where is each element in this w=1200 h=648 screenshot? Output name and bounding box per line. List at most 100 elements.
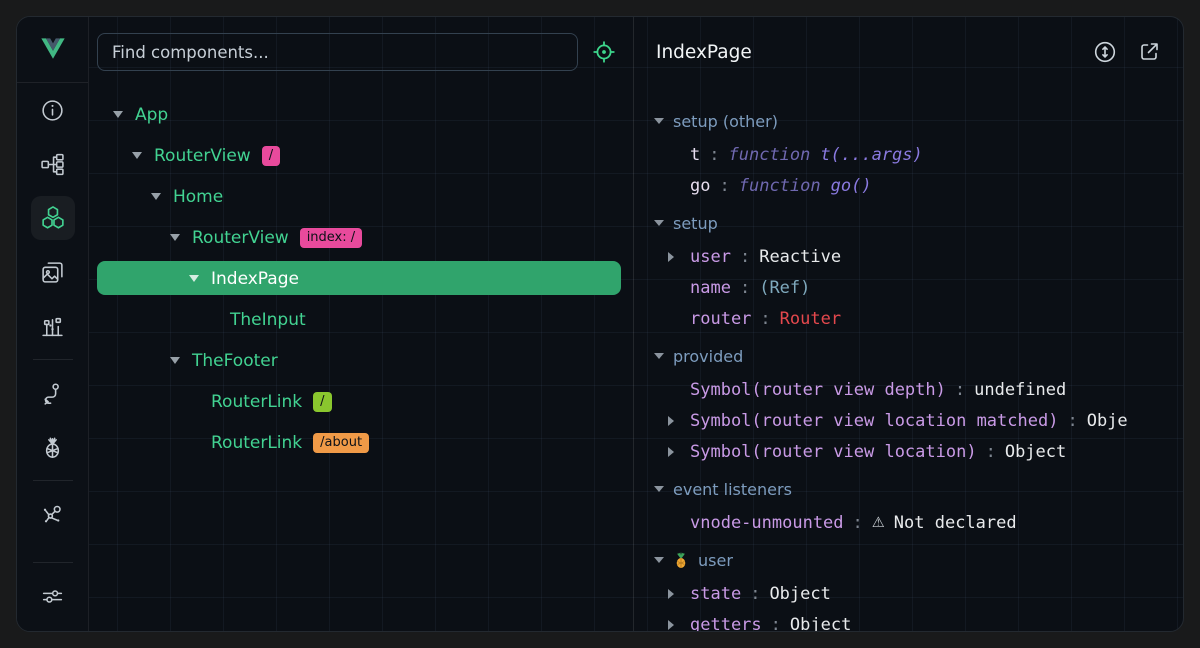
expand-arrow-icon[interactable] <box>151 193 173 200</box>
state-row[interactable]: vnode-unmounted:⚠Not declared <box>634 507 1183 538</box>
component-name: RouterView <box>192 228 289 248</box>
pinia-icon[interactable] <box>31 420 75 474</box>
expand-arrow-icon[interactable] <box>668 252 690 262</box>
tree-row[interactable]: Home <box>89 176 633 217</box>
key-value-separator: : <box>709 145 719 165</box>
state-key: router <box>690 309 751 329</box>
state-row[interactable]: go:functiongo() <box>634 170 1183 201</box>
open-in-editor-icon[interactable] <box>1137 40 1161 64</box>
triangle-down-icon <box>654 118 664 124</box>
expand-arrow-icon[interactable] <box>189 275 211 282</box>
locate-component-button[interactable] <box>591 39 617 65</box>
key-value-separator: : <box>760 309 770 329</box>
function-signature: go() <box>831 176 872 196</box>
route-badge: / <box>262 146 280 166</box>
expand-arrow-icon[interactable] <box>668 620 690 630</box>
section-header[interactable]: provided <box>634 338 1183 374</box>
components-icon[interactable] <box>31 196 75 240</box>
search-bar <box>89 17 633 87</box>
sidebar-divider <box>33 562 73 563</box>
inspector-panel: IndexPage setup (other)t:functiont(...ar… <box>633 17 1183 631</box>
assets-icon[interactable] <box>31 245 75 299</box>
key-value-separator: : <box>1067 411 1077 431</box>
triangle-down-icon <box>132 152 142 159</box>
section-header[interactable]: user <box>634 542 1183 578</box>
section-header[interactable]: setup <box>634 205 1183 241</box>
state-section: event listenersvnode-unmounted:⚠Not decl… <box>634 471 1183 538</box>
state-section: user state:Objectgetters:Object <box>634 542 1183 631</box>
tree-row[interactable]: TheInput <box>89 299 633 340</box>
component-tree-icon[interactable] <box>31 137 75 191</box>
state-key: user <box>690 247 731 267</box>
state-row[interactable]: router: Router <box>634 303 1183 334</box>
section-label: setup (other) <box>673 112 778 131</box>
tree-row[interactable]: TheFooter <box>89 340 633 381</box>
graph-icon[interactable] <box>31 487 75 541</box>
state-row[interactable]: name:(Ref) <box>634 272 1183 303</box>
state-row[interactable]: Symbol(router view location matched):Obj… <box>634 405 1183 436</box>
state-key: Symbol(router view location matched) <box>690 411 1058 431</box>
function-keyword: function <box>729 145 811 165</box>
search-input[interactable] <box>97 33 578 71</box>
state-key: state <box>690 584 741 604</box>
scroll-to-component-icon[interactable] <box>1093 40 1117 64</box>
expand-arrow-icon[interactable] <box>132 152 154 159</box>
router-icon[interactable] <box>31 366 75 420</box>
tree-row[interactable]: RouterView / <box>89 135 633 176</box>
component-name: RouterLink <box>211 392 302 412</box>
state-value: undefined <box>974 380 1066 400</box>
component-name: IndexPage <box>211 269 299 289</box>
settings-icon[interactable] <box>31 569 75 623</box>
state-row[interactable]: Symbol(router view depth):undefined <box>634 374 1183 405</box>
section-label: provided <box>673 347 743 366</box>
key-value-separator: : <box>853 513 863 533</box>
expand-arrow-icon[interactable] <box>170 357 192 364</box>
state-row[interactable]: getters:Object <box>634 609 1183 631</box>
expand-arrow-icon[interactable] <box>668 447 690 457</box>
tree-row[interactable]: RouterLink/ <box>89 381 633 422</box>
expand-arrow-icon[interactable] <box>668 416 690 426</box>
expand-arrow-icon[interactable] <box>113 111 135 118</box>
expand-arrow-icon[interactable] <box>170 234 192 241</box>
state-row[interactable]: user:Reactive <box>634 241 1183 272</box>
triangle-right-icon <box>668 252 674 262</box>
state-row[interactable]: t:functiont(...args) <box>634 139 1183 170</box>
route-badge: /about <box>313 433 369 453</box>
section-label: user <box>698 551 733 570</box>
triangle-down-icon <box>654 486 664 492</box>
devtools-window: App RouterView / Home RouterViewindex: / Inde… <box>16 16 1184 632</box>
tree-row[interactable]: RouterLink/about <box>89 422 633 463</box>
triangle-right-icon <box>668 620 674 630</box>
component-name: Home <box>173 187 223 207</box>
expand-arrow-icon[interactable] <box>668 589 690 599</box>
state-row[interactable]: state:Object <box>634 578 1183 609</box>
component-name: TheInput <box>230 310 306 330</box>
section-header[interactable]: event listeners <box>634 471 1183 507</box>
state-key: getters <box>690 615 762 632</box>
key-value-separator: : <box>771 615 781 632</box>
component-name: TheFooter <box>192 351 278 371</box>
state-value: Router <box>780 309 841 329</box>
inspector-state: setup (other)t:functiont(...args)go:func… <box>634 87 1183 631</box>
state-row[interactable]: Symbol(router view location):Object <box>634 436 1183 467</box>
sidebar-divider <box>33 359 73 360</box>
tree-row[interactable]: IndexPage <box>89 258 633 299</box>
component-name: RouterView <box>154 146 251 166</box>
vue-logo[interactable] <box>17 17 88 83</box>
triangle-down-icon <box>151 193 161 200</box>
triangle-down-icon <box>113 111 123 118</box>
triangle-down-icon <box>170 357 180 364</box>
state-value: Object <box>1005 442 1066 462</box>
function-keyword: function <box>739 176 821 196</box>
triangle-right-icon <box>668 416 674 426</box>
timeline-icon[interactable] <box>31 299 75 353</box>
info-icon[interactable] <box>31 83 75 137</box>
key-value-separator: : <box>740 278 750 298</box>
tree-row[interactable]: RouterViewindex: / <box>89 217 633 258</box>
pinia-pineapple-icon <box>673 552 689 569</box>
key-value-separator: : <box>750 584 760 604</box>
section-header[interactable]: setup (other) <box>634 103 1183 139</box>
state-section: setupuser:Reactivename:(Ref) router: Route… <box>634 205 1183 334</box>
state-key: Symbol(router view location) <box>690 442 977 462</box>
tree-row[interactable]: App <box>89 94 633 135</box>
